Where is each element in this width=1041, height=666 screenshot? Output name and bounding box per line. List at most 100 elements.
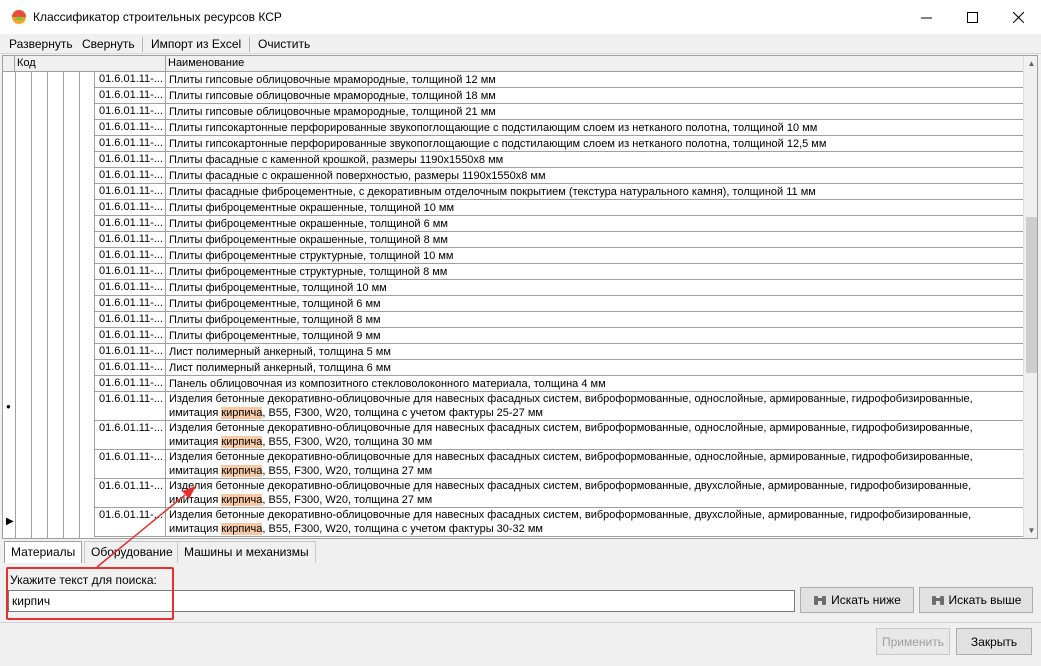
name-cell: Плиты фасадные фиброцементные, с декорат… bbox=[166, 184, 1023, 200]
name-cell: Плиты фиброцементные, толщиной 10 мм bbox=[166, 280, 1023, 296]
tab-machines[interactable]: Машины и механизмы bbox=[177, 541, 316, 563]
code-cell: 01.6.01.11-... bbox=[94, 296, 166, 312]
search-input[interactable]: кирпич bbox=[8, 590, 795, 612]
name-cell: Плиты фиброцементные окрашенные, толщино… bbox=[166, 232, 1023, 248]
table-row[interactable]: 01.6.01.11-... Панель облицовочная из ком… bbox=[3, 376, 1023, 392]
scroll-up-icon[interactable]: ▲ bbox=[1024, 56, 1037, 71]
name-text: Изделия бетонные декоративно-облицовочны… bbox=[169, 509, 972, 521]
code-cell: 01.6.01.11-... bbox=[94, 104, 166, 120]
maximize-icon bbox=[966, 11, 978, 23]
import-excel-button[interactable]: Импорт из Excel bbox=[151, 37, 241, 51]
code-cell: 01.6.01.11-... bbox=[94, 72, 166, 88]
scrollbar-thumb[interactable] bbox=[1026, 217, 1037, 373]
table-row[interactable]: 01.6.01.11-... Плиты фиброцементные окраш… bbox=[3, 200, 1023, 216]
name-text: Изделия бетонные декоративно-облицовочны… bbox=[169, 393, 973, 405]
clear-button[interactable]: Очистить bbox=[258, 37, 310, 51]
name-cell: Плиты фиброцементные окрашенные, толщино… bbox=[166, 200, 1023, 216]
close-window-button[interactable] bbox=[995, 0, 1041, 34]
code-cell: 01.6.01.11-... bbox=[94, 184, 166, 200]
name-cell: Изделия бетонные декоративно-облицовочны… bbox=[166, 508, 1023, 537]
table-row[interactable]: 01.6.01.11-... Лист полимерный анкерный, … bbox=[3, 344, 1023, 360]
code-cell: 01.6.01.11-... bbox=[94, 120, 166, 136]
code-cell: 01.6.01.11-... bbox=[94, 264, 166, 280]
toolbar-separator bbox=[249, 37, 250, 52]
tab-materials[interactable]: Материалы bbox=[4, 541, 83, 563]
table-row[interactable]: 01.6.01.11-... Плиты фасадные с окрашенно… bbox=[3, 168, 1023, 184]
vertical-scrollbar[interactable]: ▲ ▼ bbox=[1023, 56, 1037, 538]
table-row[interactable]: 01.6.01.11-... Плиты фиброцементные, толщ… bbox=[3, 296, 1023, 312]
grid-header: Код Наименование bbox=[3, 56, 1023, 72]
header-indicator-cell bbox=[3, 56, 15, 72]
table-row[interactable]: 01.6.01.11-... Плиты фиброцементные, толщ… bbox=[3, 328, 1023, 344]
name-cell: Панель облицовочная из композитного стек… bbox=[166, 376, 1023, 392]
header-name[interactable]: Наименование bbox=[166, 56, 1023, 72]
code-cell: 01.6.01.11-... bbox=[94, 248, 166, 264]
code-cell: 01.6.01.11-... bbox=[94, 200, 166, 216]
name-cell: Плиты гипсокартонные перфорированные зву… bbox=[166, 136, 1023, 152]
name-cell: Плиты гипсовые облицовочные мрамородные,… bbox=[166, 104, 1023, 120]
name-text: Изделия бетонные декоративно-облицовочны… bbox=[169, 480, 972, 492]
expand-button[interactable]: Развернуть bbox=[9, 37, 73, 51]
search-match-highlight: кирпича bbox=[221, 493, 263, 506]
table-row[interactable]: 01.6.01.11-... Изделия бетонные декоратив… bbox=[3, 508, 1023, 537]
code-cell: 01.6.01.11-... bbox=[94, 280, 166, 296]
name-cell: Плиты фиброцементные структурные, толщин… bbox=[166, 264, 1023, 280]
collapse-button[interactable]: Свернуть bbox=[82, 37, 135, 51]
code-cell: 01.6.01.11-... bbox=[94, 216, 166, 232]
scroll-down-icon[interactable]: ▼ bbox=[1024, 523, 1037, 538]
name-cell: Плиты фиброцементные, толщиной 6 мм bbox=[166, 296, 1023, 312]
name-cell: Плиты гипсовые облицовочные мрамородные,… bbox=[166, 72, 1023, 88]
table-row[interactable]: 01.6.01.11-... Изделия бетонные декоратив… bbox=[3, 479, 1023, 508]
find-prev-button[interactable]: Искать выше bbox=[919, 587, 1033, 613]
code-cell: 01.6.01.11-... bbox=[94, 88, 166, 104]
table-row[interactable]: 01.6.01.11-... Изделия бетонные декоратив… bbox=[3, 392, 1023, 421]
table-row[interactable]: 01.6.01.11-... Плиты гипсовые облицовочны… bbox=[3, 88, 1023, 104]
table-row[interactable]: 01.6.01.11-... Плиты фиброцементные, толщ… bbox=[3, 280, 1023, 296]
code-cell: 01.6.01.11-... bbox=[94, 392, 166, 421]
code-cell: 01.6.01.11-... bbox=[94, 312, 166, 328]
code-cell: 01.6.01.11-... bbox=[94, 421, 166, 450]
toolbar: Развернуть Свернуть Импорт из Excel Очис… bbox=[0, 34, 1041, 54]
name-text: , B55, F300, W20, толщина 27 мм bbox=[262, 464, 433, 477]
name-cell: Плиты фиброцементные, толщиной 8 мм bbox=[166, 312, 1023, 328]
minimize-button[interactable] bbox=[903, 0, 949, 34]
table-row[interactable]: 01.6.01.11-... Изделия бетонные декоратив… bbox=[3, 450, 1023, 479]
find-next-button[interactable]: Искать ниже bbox=[800, 587, 914, 613]
table-row[interactable]: 01.6.01.11-... Плиты гипсовые облицовочны… bbox=[3, 72, 1023, 88]
table-row[interactable]: 01.6.01.11-... Плиты гипсокартонные перфо… bbox=[3, 136, 1023, 152]
name-cell: Изделия бетонные декоративно-облицовочны… bbox=[166, 392, 1023, 421]
code-cell: 01.6.01.11-... bbox=[94, 450, 166, 479]
apply-button[interactable]: Применить bbox=[876, 628, 950, 655]
title-bar: Классификатор строительных ресурсов КСР bbox=[0, 0, 1041, 34]
table-row[interactable]: 01.6.01.11-... Плиты фиброцементные струк… bbox=[3, 248, 1023, 264]
name-cell: Плиты фасадные с каменной крошкой, разме… bbox=[166, 152, 1023, 168]
minimize-icon bbox=[920, 17, 932, 18]
name-cell: Плиты фиброцементные, толщиной 9 мм bbox=[166, 328, 1023, 344]
table-row[interactable]: 01.6.01.11-... Плиты фиброцементные струк… bbox=[3, 264, 1023, 280]
table-row[interactable]: 01.6.01.11-... Плиты гипсовые облицовочны… bbox=[3, 104, 1023, 120]
close-button[interactable]: Закрыть bbox=[956, 628, 1032, 655]
name-cell: Плиты гипсовые облицовочные мрамородные,… bbox=[166, 88, 1023, 104]
classifier-grid[interactable]: Код Наименование ● ▶ 01.6.01.11-... Плиты… bbox=[2, 55, 1038, 539]
table-row[interactable]: 01.6.01.11-... Плиты фасадные с каменной … bbox=[3, 152, 1023, 168]
maximize-button[interactable] bbox=[949, 0, 995, 34]
code-cell: 01.6.01.11-... bbox=[94, 508, 166, 537]
table-row[interactable]: 01.6.01.11-... Плиты фасадные фиброцемент… bbox=[3, 184, 1023, 200]
search-match-highlight: кирпича bbox=[221, 464, 263, 477]
table-row[interactable]: 01.6.01.11-... Плиты фиброцементные окраш… bbox=[3, 216, 1023, 232]
binoculars-icon bbox=[931, 596, 944, 605]
table-row[interactable]: 01.6.01.11-... Изделия бетонные декоратив… bbox=[3, 421, 1023, 450]
table-row[interactable]: 01.6.01.11-... Плиты фиброцементные окраш… bbox=[3, 232, 1023, 248]
tab-equipment[interactable]: Оборудование bbox=[84, 541, 180, 563]
header-code[interactable]: Код bbox=[15, 56, 166, 72]
close-icon bbox=[1012, 11, 1024, 23]
table-row[interactable]: 01.6.01.11-... Лист полимерный анкерный, … bbox=[3, 360, 1023, 376]
window-title: Классификатор строительных ресурсов КСР bbox=[33, 10, 282, 24]
search-match-highlight: кирпича bbox=[221, 406, 263, 419]
toolbar-separator bbox=[142, 37, 143, 52]
code-cell: 01.6.01.11-... bbox=[94, 360, 166, 376]
table-row[interactable]: 01.6.01.11-... Плиты фиброцементные, толщ… bbox=[3, 312, 1023, 328]
table-row[interactable]: 01.6.01.11-... Плиты гипсокартонные перфо… bbox=[3, 120, 1023, 136]
code-cell: 01.6.01.11-... bbox=[94, 152, 166, 168]
name-cell: Изделия бетонные декоративно-облицовочны… bbox=[166, 479, 1023, 508]
